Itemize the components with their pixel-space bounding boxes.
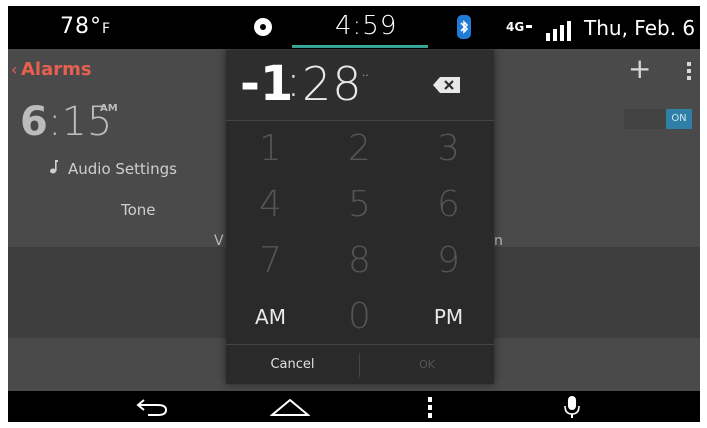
back-chevron-icon[interactable]: ‹ [11,60,17,79]
picker-colon: : [286,56,301,107]
key-2[interactable]: 2 [315,122,404,176]
key-5[interactable]: 5 [315,178,404,232]
alarm-hour[interactable]: 6 [20,99,48,145]
audio-settings-row[interactable]: Audio Settings [50,160,177,178]
time-picker-dialog: -1 : 28 ‥ 1 2 3 4 5 6 7 8 9 AM 0 PM Canc… [226,50,494,384]
alarm-ampm: AM [100,103,118,114]
microphone-icon[interactable] [564,395,580,419]
picker-minute[interactable]: 28 [302,56,363,112]
key-4[interactable]: 4 [226,178,315,232]
alarm-toggle-on[interactable]: ON [666,109,692,129]
key-6[interactable]: 6 [404,178,493,232]
music-note-icon [50,160,58,174]
key-7[interactable]: 7 [226,234,315,288]
picker-minute-tick: ‥ [362,68,369,79]
back-arrow-icon[interactable] [134,395,170,419]
key-0[interactable]: 0 [315,290,404,344]
tone-label[interactable]: Tone [121,201,156,219]
navigation-bar [8,391,700,422]
audio-settings-label: Audio Settings [68,160,177,178]
key-3[interactable]: 3 [404,122,493,176]
backspace-icon[interactable] [432,76,462,94]
key-9[interactable]: 9 [404,234,493,288]
date: Thu, Feb. 6 [584,16,696,40]
cancel-button[interactable]: Cancel [226,345,359,385]
overflow-menu-icon[interactable] [687,62,691,82]
key-8[interactable]: 8 [315,234,404,288]
add-alarm-button[interactable]: + [628,55,651,83]
svg-text:4G: 4G [506,20,524,34]
page-title[interactable]: Alarms [21,59,92,80]
device-screen: 78°F 4:59 4G Thu, Feb. 6 ‹ Alarms + 6 : 1… [8,6,700,422]
clock: 4:59 [335,11,398,41]
menu-dots-icon[interactable] [428,397,432,419]
time-display: -1 : 28 ‥ [226,50,494,121]
status-bar: 78°F 4:59 4G Thu, Feb. 6 [8,6,700,49]
ok-button[interactable]: OK [360,345,494,385]
home-icon[interactable] [270,397,310,417]
disc-icon[interactable] [254,18,272,36]
clock-underline [292,45,428,48]
key-1[interactable]: 1 [226,122,315,176]
outside-temperature: 78°F [60,14,112,39]
key-pm[interactable]: PM [404,290,493,344]
dialog-actions: Cancel OK [226,344,494,385]
key-am[interactable]: AM [226,290,315,344]
4g-signal-icon: 4G [506,20,571,41]
bluetooth-icon [457,15,471,39]
